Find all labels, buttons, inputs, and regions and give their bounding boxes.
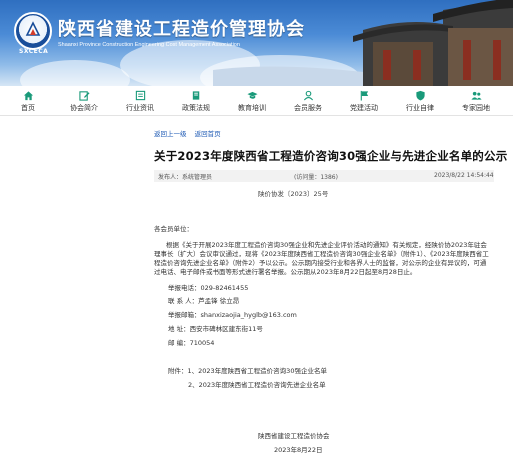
nav-item-label: 专家园地: [462, 104, 490, 112]
article-paragraph: 根据《关于开展2023年度工程造价咨询30强企业和先进企业评价活动的通知》有关规…: [154, 241, 489, 276]
signature: 陕西省建设工程造价协会: [258, 432, 330, 440]
contact-postcode: 邮 编：710054: [168, 339, 215, 347]
header-banner: 陕西省建设工程造价管理协会 Shaanxi Province Construct…: [0, 0, 513, 86]
main-navigation: 首页 协会简介 行业资讯 政策法规 教育培训 会员服务 党建活动 行业自律 专家…: [0, 88, 513, 116]
publish-datetime: 2023/8/22 14:54:44: [434, 172, 494, 179]
article-title: 关于2023年度陕西省工程造价咨询30强企业与先进企业名单的公示: [154, 149, 508, 163]
logo-emblem-icon: [14, 12, 52, 50]
book-icon: [190, 90, 202, 101]
nav-item-label: 行业自律: [406, 104, 434, 112]
nav-item-label: 协会简介: [70, 104, 98, 112]
attachment-1[interactable]: 附件：1、2023年度陕西省工程造价咨询30强企业名单: [168, 367, 327, 376]
nav-item-about[interactable]: 协会简介: [56, 88, 112, 115]
logo-abbreviation: SXCECA: [19, 48, 49, 55]
nav-item-news[interactable]: 行业资讯: [112, 88, 168, 115]
graduation-cap-icon: [246, 90, 258, 101]
home-link[interactable]: 返回首页: [195, 130, 221, 138]
user-icon: [302, 90, 314, 101]
nav-item-party[interactable]: 党建活动: [336, 88, 392, 115]
site-title-english: Shaanxi Province Construction Engineerin…: [58, 41, 240, 48]
edit-icon: [78, 90, 90, 101]
back-link[interactable]: 返回上一级: [154, 130, 187, 138]
contact-email: 举报邮箱：shanxizaojia_hyglb@163.com: [168, 311, 297, 319]
cloud-decoration: [20, 60, 130, 86]
contact-address: 地 址：西安市碑林区建东街11号: [168, 325, 263, 333]
nav-item-member-service[interactable]: 会员服务: [280, 88, 336, 115]
nav-item-home[interactable]: 首页: [0, 88, 56, 115]
sign-date: 2023年8月22日: [274, 446, 323, 454]
nav-item-training[interactable]: 教育培训: [224, 88, 280, 115]
salutation: 各会员单位：: [154, 225, 193, 233]
nav-item-self-discipline[interactable]: 行业自律: [392, 88, 448, 115]
shield-icon: [414, 90, 426, 101]
breadcrumb: 返回上一级 返回首页: [154, 128, 227, 138]
news-icon: [134, 90, 146, 101]
publisher: 发布人：系统管理员: [158, 174, 213, 181]
nav-item-policy[interactable]: 政策法规: [168, 88, 224, 115]
article-meta-bar: 发布人：系统管理员 (访问量：1386) 2023/8/22 14:54:44: [154, 170, 494, 182]
flag-icon: [358, 90, 370, 101]
nav-item-label: 教育培训: [238, 104, 266, 112]
nav-item-label: 首页: [21, 104, 35, 112]
view-count: (访问量：1386): [294, 174, 338, 181]
home-icon: [22, 90, 34, 101]
contact-phone: 举报电话：029-82461455: [168, 284, 249, 292]
attachment-2[interactable]: 2、2023年度陕西省工程造价咨询先进企业名单: [188, 381, 326, 390]
site-logo[interactable]: 陕西省建设工程造价管理协会 Shaanxi Province Construct…: [14, 12, 305, 50]
document-number: 陕价协发〔2023〕25号: [258, 190, 329, 198]
nav-item-label: 党建活动: [350, 104, 378, 112]
contact-person: 联 系 人：芦孟锋 徐立昂: [168, 297, 240, 305]
site-title: 陕西省建设工程造价管理协会: [58, 18, 305, 40]
nav-item-label: 政策法规: [182, 104, 210, 112]
nav-item-label: 行业资讯: [126, 104, 154, 112]
nav-item-experts[interactable]: 专家园地: [448, 88, 504, 115]
nav-item-label: 会员服务: [294, 104, 322, 112]
group-icon: [470, 90, 482, 101]
